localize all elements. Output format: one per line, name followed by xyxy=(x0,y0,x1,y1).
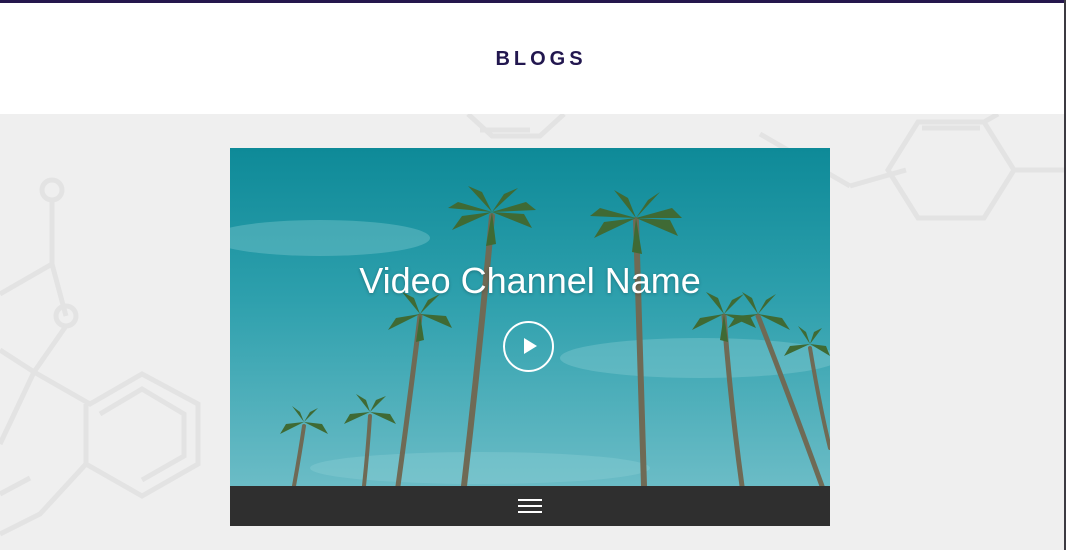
menu-icon-line xyxy=(518,505,542,507)
play-button[interactable] xyxy=(503,321,554,372)
page: BLOGS Video Channel Name xyxy=(0,0,1066,550)
play-icon xyxy=(524,338,537,354)
video-control-bar xyxy=(230,486,830,526)
hamburger-menu-icon[interactable] xyxy=(518,498,542,514)
video-thumbnail xyxy=(230,148,830,486)
video-channel-name: Video Channel Name xyxy=(359,260,701,301)
page-title: BLOGS xyxy=(495,48,587,70)
page-header: BLOGS xyxy=(0,3,1064,114)
menu-icon-line xyxy=(518,499,542,501)
menu-icon-line xyxy=(518,511,542,513)
video-player[interactable]: Video Channel Name xyxy=(230,148,830,526)
